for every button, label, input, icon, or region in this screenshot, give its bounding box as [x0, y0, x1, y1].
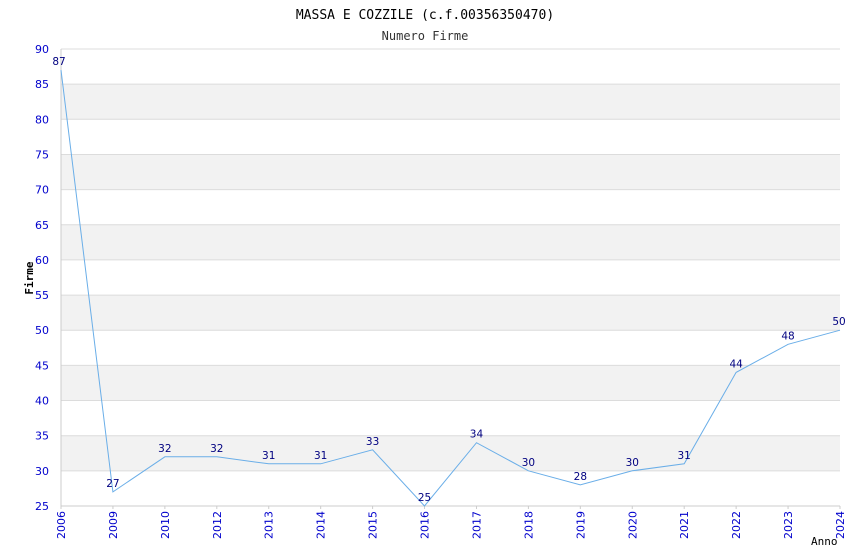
data-label: 32: [158, 443, 171, 455]
x-tick-label: 2015: [367, 511, 380, 539]
x-tick-label: 2019: [574, 511, 587, 539]
data-label: 33: [366, 436, 379, 448]
x-tick-label: 2009: [107, 511, 120, 539]
data-label: 48: [781, 330, 794, 342]
y-tick-label: 70: [35, 184, 49, 197]
x-tick-label: 2021: [678, 511, 691, 539]
x-tick-label: 2014: [315, 511, 328, 539]
y-tick-label: 85: [35, 78, 49, 91]
x-tick-label: 2006: [55, 511, 68, 539]
y-axis-label: Firme: [23, 261, 36, 294]
y-tick-label: 75: [35, 148, 49, 161]
grid-band: [61, 154, 840, 190]
data-label: 50: [832, 316, 845, 328]
grid-band: [61, 435, 840, 471]
grid-band: [61, 224, 840, 260]
y-tick-label: 80: [35, 113, 49, 126]
x-tick-label: 2013: [263, 511, 276, 539]
line-chart: 25 30 35 40 45 50 55 60 65 70 75 80 85 90 2006 2009 201…: [23, 8, 847, 548]
y-tick-label: 45: [35, 359, 49, 372]
data-label: 31: [262, 450, 275, 462]
x-axis-label: Anno: [811, 535, 838, 548]
data-label: 87: [52, 56, 65, 68]
y-tick-label: 90: [35, 43, 49, 56]
y-tick-label: 60: [35, 254, 49, 267]
x-tick-label: 2012: [211, 511, 224, 539]
y-tick-label: 35: [35, 430, 49, 443]
data-label: 32: [210, 443, 223, 455]
data-label: 30: [522, 457, 535, 469]
data-label: 25: [418, 492, 431, 504]
grid-band: [61, 295, 840, 331]
y-tick-label: 55: [35, 289, 49, 302]
background-bands: [61, 49, 840, 506]
y-tick-label: 50: [35, 324, 49, 337]
y-tick-label: 65: [35, 219, 49, 232]
x-tick-label: 2023: [782, 511, 795, 539]
y-tick-label: 25: [35, 500, 49, 513]
y-tick-label: 40: [35, 395, 49, 408]
x-axis-ticks: 2006 2009 2010 2012 2013 2014 2015 2016 2017 2018…: [55, 506, 847, 539]
data-label: 30: [626, 457, 639, 469]
chart-subtitle: Numero Firme: [382, 29, 469, 43]
data-label: 28: [574, 471, 587, 483]
chart-title: MASSA E COZZILE (c.f.00356350470): [296, 8, 554, 23]
data-label: 31: [314, 450, 327, 462]
data-label: 44: [729, 358, 743, 370]
x-tick-label: 2022: [730, 511, 743, 539]
y-axis-ticks: 25 30 35 40 45 50 55 60 65 70 75 80 85 90: [35, 43, 49, 513]
y-tick-label: 30: [35, 465, 49, 478]
data-label: 27: [106, 478, 119, 490]
x-tick-label: 2016: [419, 511, 432, 539]
grid-band: [61, 84, 840, 120]
x-tick-label: 2018: [522, 511, 535, 539]
data-label: 31: [678, 450, 691, 462]
data-label: 34: [470, 429, 484, 441]
x-tick-label: 2020: [626, 511, 639, 539]
x-tick-label: 2017: [470, 511, 483, 539]
x-tick-label: 2010: [159, 511, 172, 539]
